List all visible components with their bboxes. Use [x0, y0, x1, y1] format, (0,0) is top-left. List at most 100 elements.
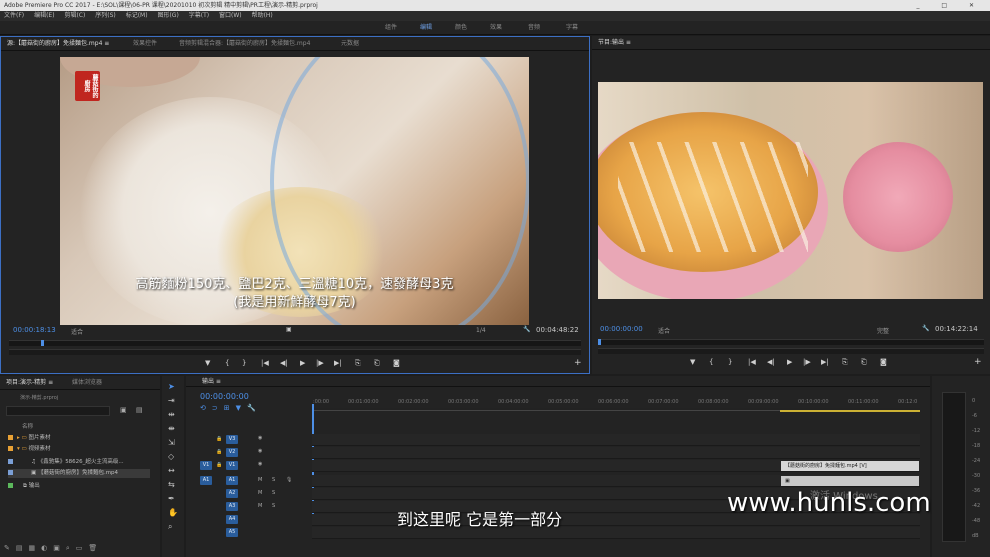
workspace-audio[interactable]: 音频 — [528, 21, 540, 35]
step-forward-button[interactable]: |▶ — [316, 359, 324, 367]
new-item-icon[interactable]: ▤ — [136, 406, 143, 414]
lift-button[interactable]: ⎘ — [842, 358, 848, 367]
slide-tool-icon[interactable]: ⇆ — [168, 480, 175, 489]
track-label-a1[interactable]: A1 — [226, 476, 238, 485]
tab-audio-clip-mixer[interactable]: 音频剪辑混合器:【蘑菇街的廚房】免揉麵包.mp4 — [179, 37, 310, 51]
source-resolution-dropdown[interactable]: 1/4 — [476, 327, 486, 334]
mark-in-button[interactable]: { — [225, 359, 229, 367]
program-timecode-current[interactable]: 00:00:00:00 — [600, 325, 643, 333]
rate-stretch-tool-icon[interactable]: ⇲ — [168, 438, 175, 447]
eye-icon[interactable]: ◉ — [258, 448, 262, 454]
lock-icon[interactable]: 🔒 — [216, 436, 222, 442]
mark-out-button[interactable]: } — [242, 359, 246, 367]
track-label-v2[interactable]: V2 — [226, 448, 238, 457]
program-video-frame[interactable] — [598, 82, 983, 299]
menu-help[interactable]: 帮助(H) — [252, 12, 273, 19]
workspace-editing[interactable]: 编辑 — [420, 21, 432, 35]
track-label-a3[interactable]: A3 — [226, 502, 238, 511]
source-patch-v1[interactable]: V1 — [200, 461, 212, 470]
menu-graphics[interactable]: 图形(G) — [157, 12, 178, 19]
tab-metadata[interactable]: 元数据 — [341, 37, 359, 51]
solo-button[interactable]: S — [272, 490, 275, 496]
source-time-ruler[interactable] — [9, 340, 581, 346]
work-area-bar[interactable] — [780, 410, 920, 412]
wrench-icon[interactable]: 🔧 — [523, 326, 530, 333]
menu-titles[interactable]: 字幕(T) — [189, 12, 209, 19]
go-to-out-button[interactable]: ▶| — [334, 359, 342, 367]
source-playhead[interactable] — [41, 340, 44, 346]
menu-window[interactable]: 窗口(W) — [219, 12, 242, 19]
program-quality-dropdown[interactable]: 完整 — [877, 326, 889, 335]
go-to-in-button[interactable]: |◀ — [261, 359, 269, 367]
zoom-tool-icon[interactable]: ⌕ — [168, 522, 172, 532]
bin-videos[interactable]: ▾ ▭ 视频素材 — [8, 445, 50, 454]
source-zoom-bar[interactable] — [9, 349, 581, 355]
program-add-button[interactable]: + — [974, 357, 982, 367]
hand-tool-icon[interactable]: ✋ — [168, 508, 178, 517]
tab-media-browser[interactable]: 媒体浏览器 — [72, 376, 102, 390]
insert-button[interactable]: ⎘ — [355, 359, 361, 368]
timeline-timecode[interactable]: 00:00:00:00 — [200, 392, 249, 401]
program-time-ruler[interactable] — [598, 339, 984, 345]
tab-source[interactable]: 源:【蘑菇街的廚房】免揉麵包.mp4 ≡ — [7, 37, 109, 51]
overwrite-button[interactable]: ⎗ — [374, 359, 380, 368]
tab-effect-controls[interactable]: 效果控件 — [133, 37, 157, 51]
project-footer-icons[interactable]: ✎▤▦◐▣⌕▭🗑 — [4, 544, 156, 554]
source-settings-icon[interactable]: ▣ — [286, 326, 292, 333]
source-video-frame[interactable]: 蘑菇街的廚房 高筋麵粉150克、鹽巴2克、三溫糖10克，速發酵母3克 (我是用新… — [60, 57, 529, 325]
program-fit-dropdown[interactable]: 适合 — [658, 326, 670, 335]
razor-tool-icon[interactable]: ◇ — [168, 452, 174, 461]
mute-button[interactable]: M — [258, 477, 262, 483]
lock-icon[interactable]: 🔒 — [216, 462, 222, 468]
source-timecode-current[interactable]: 00:00:18:13 — [13, 326, 56, 334]
program-step-back-button[interactable]: ◀| — [767, 358, 775, 366]
track-select-tool-icon[interactable]: ⇥ — [168, 396, 175, 405]
new-bin-icon[interactable]: ▣ — [120, 406, 127, 414]
tab-project[interactable]: 项目:演示-精剪 ≡ — [6, 376, 53, 390]
menu-file[interactable]: 文件(F) — [4, 12, 24, 19]
track-label-a5[interactable]: A5 — [226, 528, 238, 537]
solo-button[interactable]: S — [272, 477, 275, 483]
project-search-input[interactable] — [6, 406, 110, 416]
timeline-toolbar-icons[interactable]: ⟲⊃⊞▼🔧 — [200, 404, 262, 412]
program-mark-out-button[interactable]: } — [728, 358, 732, 366]
rolling-edit-tool-icon[interactable]: ⇼ — [168, 424, 175, 433]
workspace-assembly[interactable]: 组件 — [385, 21, 397, 35]
slip-tool-icon[interactable]: ↔ — [168, 466, 175, 475]
program-step-forward-button[interactable]: |▶ — [803, 358, 811, 366]
program-add-marker-button[interactable]: ▼ — [690, 358, 695, 366]
track-label-v3[interactable]: V3 — [226, 435, 238, 444]
add-button[interactable]: + — [574, 358, 582, 368]
lock-icon[interactable]: 🔒 — [216, 449, 222, 455]
export-frame-button[interactable]: ◙ — [393, 359, 400, 367]
name-column-header[interactable]: 名称 — [22, 422, 33, 430]
timeline-clip-audio[interactable]: ▣ — [781, 476, 919, 486]
track-v2[interactable] — [312, 447, 920, 459]
program-mark-in-button[interactable]: { — [709, 358, 713, 366]
workspace-effects[interactable]: 效果 — [490, 21, 502, 35]
mute-button[interactable]: M — [258, 503, 262, 509]
program-export-frame-button[interactable]: ◙ — [880, 358, 887, 366]
menu-edit[interactable]: 编辑(E) — [34, 12, 54, 19]
track-v3[interactable] — [312, 434, 920, 446]
program-go-to-in-button[interactable]: |◀ — [748, 358, 756, 366]
microphone-icon[interactable]: 🎙 — [286, 477, 292, 483]
eye-icon[interactable]: ◉ — [258, 461, 262, 467]
play-button[interactable]: ▶ — [300, 359, 305, 367]
project-item-sequence[interactable]: ⧉ 输出 — [8, 482, 40, 491]
pen-tool-icon[interactable]: ✒ — [168, 494, 175, 503]
tab-program[interactable]: 节目:输出 ≡ — [598, 36, 631, 50]
step-back-button[interactable]: ◀| — [280, 359, 288, 367]
eye-icon[interactable]: ◉ — [258, 435, 262, 441]
program-zoom-bar[interactable] — [598, 348, 984, 354]
mute-button[interactable]: M — [258, 490, 262, 496]
workspace-color[interactable]: 颜色 — [455, 21, 467, 35]
track-label-a4[interactable]: A4 — [226, 515, 238, 524]
project-item-video[interactable]: ▣ 【蘑菇街的廚房】免揉麵包.mp4 — [8, 469, 150, 478]
program-play-button[interactable]: ▶ — [787, 358, 792, 366]
menu-sequence[interactable]: 序列(S) — [95, 12, 116, 19]
window-controls[interactable]: _ □ ✕ — [916, 0, 984, 11]
source-patch-a1[interactable]: A1 — [200, 476, 212, 485]
timeline-clip-video[interactable]: 【蘑菇街的廚房】免揉麵包.mp4 [V] — [781, 461, 919, 471]
menu-clip[interactable]: 剪辑(C) — [64, 12, 85, 19]
